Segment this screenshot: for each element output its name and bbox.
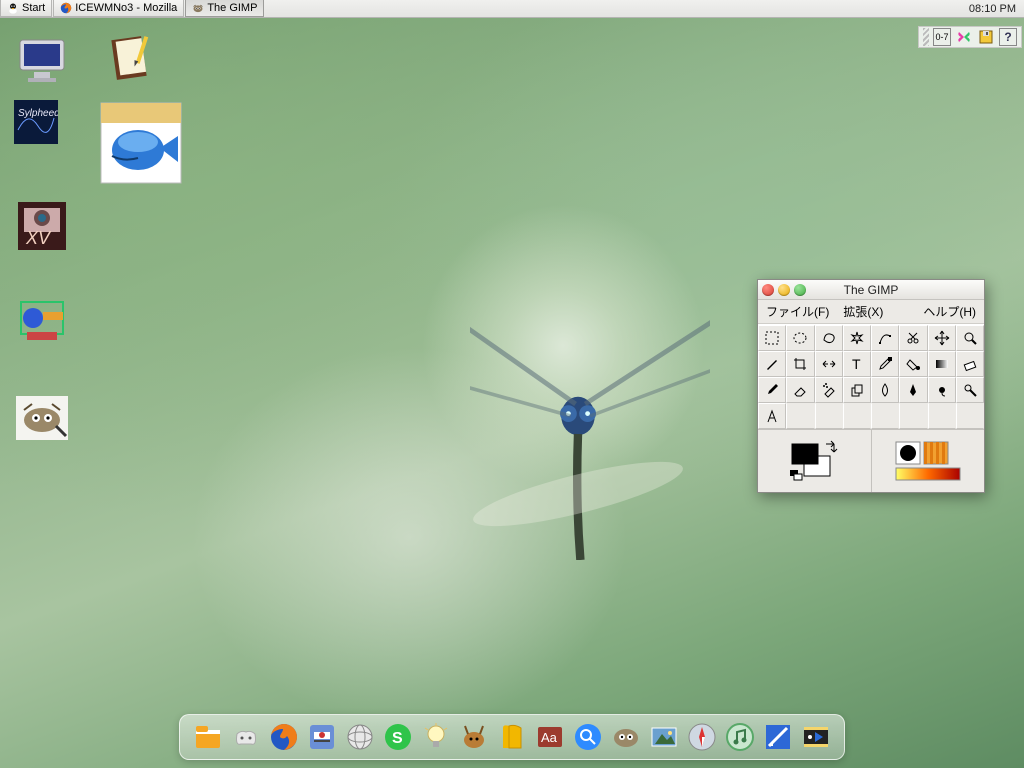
desktop-icon-notes[interactable] bbox=[102, 30, 158, 86]
desktop-icon-wine[interactable] bbox=[14, 294, 70, 350]
minimize-button[interactable] bbox=[778, 284, 790, 296]
tray-disk-icon[interactable] bbox=[977, 28, 995, 46]
gimp-swatch-row bbox=[758, 429, 984, 492]
dock-mail[interactable] bbox=[306, 721, 338, 753]
dock-photos[interactable] bbox=[648, 721, 680, 753]
tool-bezier[interactable] bbox=[871, 325, 899, 351]
tool-blank bbox=[899, 403, 927, 429]
tray-help-icon[interactable]: ? bbox=[999, 28, 1017, 46]
tool-text[interactable]: T bbox=[843, 351, 871, 377]
fg-bg-swatch[interactable] bbox=[758, 430, 872, 492]
task-label: ICEWMNo3 - Mozilla bbox=[75, 2, 177, 14]
desktop-icon-monitor[interactable] bbox=[14, 32, 70, 88]
wallpaper-dragonfly bbox=[470, 320, 710, 560]
menu-help[interactable]: ヘルプ(H) bbox=[923, 303, 976, 320]
task-label: The GIMP bbox=[207, 2, 257, 14]
svg-text:XV: XV bbox=[25, 228, 52, 248]
tool-blank bbox=[786, 403, 814, 429]
tool-airbrush[interactable] bbox=[815, 377, 843, 403]
desktop-icon-xv[interactable]: XV bbox=[14, 198, 70, 254]
gimp-toolbox: T bbox=[758, 324, 984, 429]
desktop-icon-bluefish[interactable] bbox=[100, 102, 182, 184]
start-button[interactable]: Start bbox=[0, 0, 52, 17]
tool-crop[interactable] bbox=[786, 351, 814, 377]
tool-pencil[interactable] bbox=[758, 351, 786, 377]
tux-icon bbox=[7, 2, 19, 14]
tool-bucket[interactable] bbox=[899, 351, 927, 377]
gimp-title: The GIMP bbox=[758, 283, 984, 297]
gimp-icon bbox=[192, 2, 204, 14]
taskbar: Start ICEWMNo3 - Mozilla The GIMP 08:10 … bbox=[0, 0, 1024, 18]
tool-move[interactable] bbox=[928, 325, 956, 351]
tool-blend[interactable] bbox=[928, 351, 956, 377]
dock-globe[interactable] bbox=[344, 721, 376, 753]
tool-clone[interactable] bbox=[843, 377, 871, 403]
tray-handle[interactable] bbox=[923, 28, 929, 46]
tool-dodge[interactable] bbox=[956, 377, 984, 403]
tool-ellipse-select[interactable] bbox=[786, 325, 814, 351]
svg-text:Sylpheed: Sylpheed bbox=[18, 108, 58, 119]
tool-rect-select[interactable] bbox=[758, 325, 786, 351]
dock-skype[interactable]: S bbox=[382, 721, 414, 753]
svg-text:S: S bbox=[392, 730, 403, 747]
tool-blank bbox=[871, 403, 899, 429]
tool-free-select[interactable] bbox=[815, 325, 843, 351]
desktop-icon-gimp[interactable] bbox=[14, 390, 70, 446]
task-mozilla[interactable]: ICEWMNo3 - Mozilla bbox=[53, 0, 184, 17]
tool-eraser[interactable] bbox=[956, 351, 984, 377]
dock-imovie[interactable] bbox=[800, 721, 832, 753]
tool-erase2[interactable] bbox=[786, 377, 814, 403]
tool-blank bbox=[843, 403, 871, 429]
dock-fonts[interactable]: Aa bbox=[534, 721, 566, 753]
dock-firefox[interactable] bbox=[268, 721, 300, 753]
gimp-titlebar[interactable]: The GIMP bbox=[758, 280, 984, 300]
dock-amule[interactable] bbox=[458, 721, 490, 753]
dock: S Aa bbox=[179, 714, 845, 760]
zoom-button[interactable] bbox=[794, 284, 806, 296]
dock-search[interactable] bbox=[572, 721, 604, 753]
gimp-window[interactable]: The GIMP ファイル(F) 拡張(X) ヘルプ(H) T bbox=[757, 279, 985, 493]
tool-iscissors[interactable] bbox=[899, 325, 927, 351]
close-button[interactable] bbox=[762, 284, 774, 296]
dock-safari[interactable] bbox=[686, 721, 718, 753]
tool-ink[interactable] bbox=[899, 377, 927, 403]
dock-itunes[interactable] bbox=[724, 721, 756, 753]
tray-butterfly-icon[interactable] bbox=[955, 28, 973, 46]
tool-flip[interactable] bbox=[815, 351, 843, 377]
dock-office[interactable] bbox=[496, 721, 528, 753]
brush-pattern-gradient[interactable] bbox=[872, 430, 985, 492]
tool-paintbrush[interactable] bbox=[758, 377, 786, 403]
tool-measure[interactable] bbox=[758, 403, 786, 429]
start-label: Start bbox=[22, 2, 45, 14]
tray-pager[interactable]: 0-7 bbox=[933, 28, 951, 46]
tool-smudge[interactable] bbox=[928, 377, 956, 403]
dock-files[interactable] bbox=[192, 721, 224, 753]
svg-text:T: T bbox=[852, 356, 861, 372]
menu-ext[interactable]: 拡張(X) bbox=[843, 303, 883, 320]
tool-zoom[interactable] bbox=[956, 325, 984, 351]
menu-file[interactable]: ファイル(F) bbox=[766, 303, 829, 320]
desktop-icon-sylpheed[interactable]: Sylpheed bbox=[14, 100, 58, 144]
svg-text:Aa: Aa bbox=[541, 730, 558, 745]
dock-editor[interactable] bbox=[762, 721, 794, 753]
task-gimp[interactable]: The GIMP bbox=[185, 0, 264, 17]
tool-blank bbox=[928, 403, 956, 429]
tool-blur[interactable] bbox=[871, 377, 899, 403]
system-tray: 0-7 ? bbox=[918, 26, 1022, 48]
tool-color-picker[interactable] bbox=[871, 351, 899, 377]
tool-blank bbox=[956, 403, 984, 429]
dock-gimp[interactable] bbox=[610, 721, 642, 753]
firefox-icon bbox=[60, 2, 72, 14]
dock-tips[interactable] bbox=[420, 721, 452, 753]
dock-games[interactable] bbox=[230, 721, 262, 753]
tool-blank bbox=[815, 403, 843, 429]
tool-fuzzy-select[interactable] bbox=[843, 325, 871, 351]
gimp-menubar: ファイル(F) 拡張(X) ヘルプ(H) bbox=[758, 300, 984, 324]
clock: 08:10 PM bbox=[961, 0, 1024, 17]
